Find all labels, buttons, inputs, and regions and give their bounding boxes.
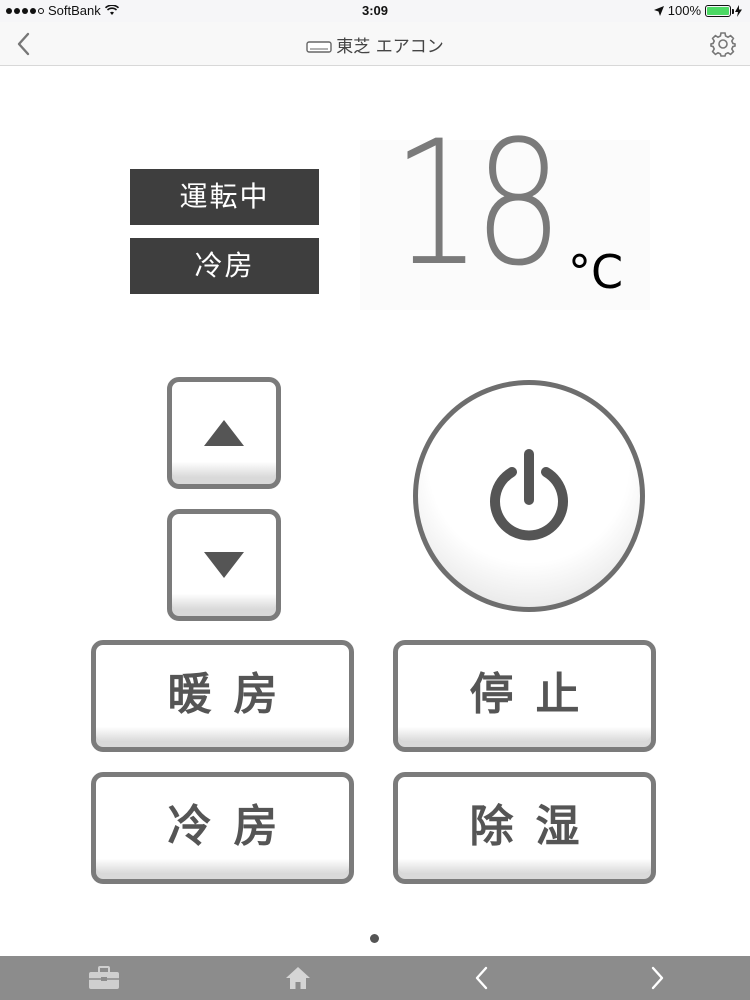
status-right: 100%: [653, 3, 742, 18]
temperature-unit: °C: [568, 245, 624, 299]
home-button[interactable]: [283, 964, 313, 992]
battery-percent: 100%: [667, 3, 701, 18]
temperature-up-button[interactable]: [167, 377, 281, 489]
home-icon: [286, 967, 310, 989]
temperature-down-button[interactable]: [167, 509, 281, 621]
triangle-down-icon: [204, 552, 244, 578]
dry-mode-button[interactable]: 除湿: [393, 772, 656, 884]
triangle-up-icon: [204, 420, 244, 446]
power-icon: [490, 449, 568, 541]
nav-title-container: 東芝 エアコン: [0, 32, 750, 57]
current-mode-label: 冷房: [130, 238, 319, 294]
page-title: 東芝 エアコン: [336, 37, 444, 57]
toolbox-button[interactable]: [87, 964, 121, 992]
stop-button[interactable]: 停止: [393, 640, 656, 752]
status-bar: SoftBank 3:09 100%: [0, 0, 750, 22]
air-conditioner-icon: [306, 41, 332, 53]
chevron-right-icon: [651, 966, 664, 990]
navigation-bar: 東芝 エアコン: [0, 22, 750, 66]
operation-status-label: 運転中: [130, 169, 319, 225]
heat-mode-button[interactable]: 暖房: [91, 640, 354, 752]
chevron-left-icon: [475, 966, 488, 990]
charging-bolt-icon: [735, 4, 742, 17]
power-button[interactable]: [413, 380, 645, 612]
location-arrow-icon: [653, 5, 664, 16]
toolbox-icon: [89, 966, 119, 989]
bottom-toolbar: [0, 956, 750, 1000]
status-time: 3:09: [361, 3, 389, 18]
next-page-button[interactable]: [642, 964, 672, 992]
previous-page-button[interactable]: [467, 964, 497, 992]
gear-icon[interactable]: [710, 31, 736, 57]
battery-icon: [705, 4, 734, 17]
page-indicator-dot: [370, 934, 379, 943]
temperature-value: 18: [392, 103, 563, 304]
cool-mode-button[interactable]: 冷房: [91, 772, 354, 884]
